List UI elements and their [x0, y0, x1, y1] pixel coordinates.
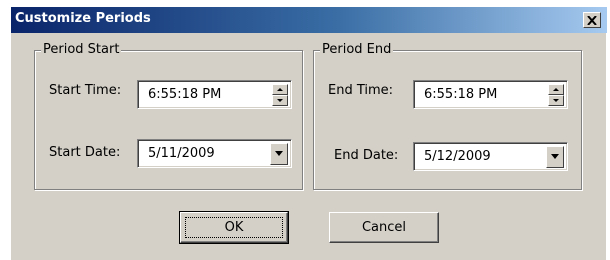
arrow-down-icon [553, 99, 559, 102]
end-date-dropdown-button[interactable] [546, 146, 564, 168]
start-date-label: Start Date: [49, 145, 121, 160]
start-date-value: 5/11/2009 [148, 146, 215, 161]
arrow-up-icon [553, 88, 559, 91]
end-time-spinner [548, 84, 564, 106]
end-time-field[interactable]: 6:55:18 PM [413, 80, 568, 109]
title-bar[interactable]: Customize Periods [11, 7, 607, 33]
start-time-increment-button[interactable] [272, 84, 288, 95]
cancel-button-label: Cancel [361, 220, 407, 235]
period-end-legend: Period End [320, 42, 394, 57]
period-end-group: Period End End Time: 6:55:18 PM End Date… [313, 42, 582, 190]
end-time-increment-button[interactable] [548, 84, 564, 95]
ok-button[interactable]: OK [179, 211, 289, 244]
cancel-button[interactable]: Cancel [329, 212, 439, 243]
end-date-value: 5/12/2009 [424, 149, 491, 164]
period-start-group: Period Start Start Time: 6:55:18 PM Star… [34, 42, 303, 190]
start-time-decrement-button[interactable] [272, 95, 288, 106]
start-time-label: Start Time: [49, 83, 122, 98]
focus-indicator [185, 217, 283, 238]
chevron-down-icon [275, 151, 283, 156]
period-start-legend: Period Start [41, 42, 122, 57]
close-button[interactable] [583, 12, 601, 28]
arrow-down-icon [277, 99, 283, 102]
end-time-value: 6:55:18 PM [424, 87, 498, 102]
end-date-label: End Date: [334, 148, 399, 163]
start-time-spinner [272, 84, 288, 106]
customize-periods-dialog: Customize Periods Period Start Start Tim… [10, 6, 607, 260]
end-time-label: End Time: [328, 83, 394, 98]
close-icon [587, 15, 597, 25]
start-time-value: 6:55:18 PM [148, 87, 222, 102]
chevron-down-icon [551, 154, 559, 159]
start-date-dropdown-button[interactable] [270, 143, 288, 165]
start-date-field[interactable]: 5/11/2009 [137, 139, 292, 168]
end-time-decrement-button[interactable] [548, 95, 564, 106]
arrow-up-icon [277, 88, 283, 91]
end-date-field[interactable]: 5/12/2009 [413, 142, 568, 171]
start-time-field[interactable]: 6:55:18 PM [137, 80, 292, 109]
dialog-title: Customize Periods [15, 11, 151, 26]
